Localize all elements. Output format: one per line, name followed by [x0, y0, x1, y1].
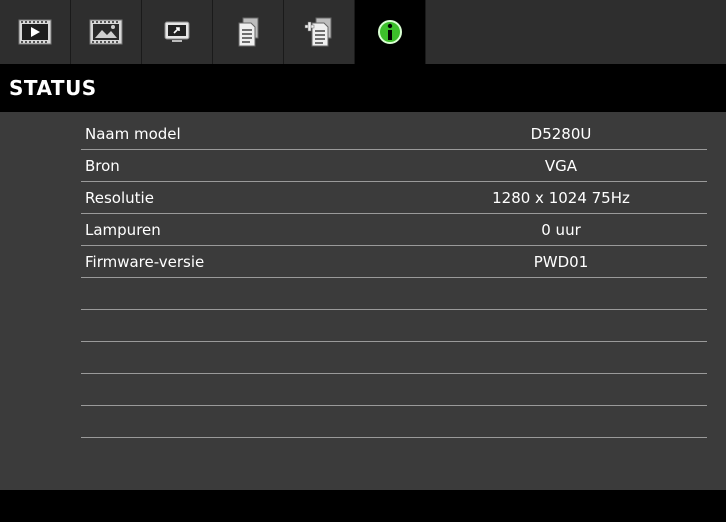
status-row-empty	[81, 310, 707, 342]
row-label: Naam model	[85, 125, 181, 143]
status-row-empty	[81, 374, 707, 406]
osd-menu: STATUS Naam model D5280U Bron VGA Resolu…	[0, 0, 726, 522]
status-row-lamp-hours: Lampuren 0 uur	[81, 214, 707, 246]
row-label: Firmware-versie	[85, 253, 205, 271]
row-label: Lampuren	[85, 221, 161, 239]
tab-bar	[0, 0, 726, 64]
row-value: 0 uur	[541, 221, 581, 239]
tab-info[interactable]	[355, 0, 426, 64]
tab-settings-1[interactable]	[213, 0, 284, 64]
status-row-empty	[81, 406, 707, 438]
status-panel: Naam model D5280U Bron VGA Resolutie 128…	[0, 112, 726, 490]
status-row-firmware: Firmware-versie PWD01	[81, 246, 707, 278]
status-row-source: Bron VGA	[81, 150, 707, 182]
tab-settings-2[interactable]	[284, 0, 355, 64]
tab-bar-filler	[426, 0, 726, 64]
status-row-model: Naam model D5280U	[81, 118, 707, 150]
row-value: D5280U	[530, 125, 592, 143]
footer-band	[0, 490, 726, 522]
header-band: STATUS	[0, 64, 726, 112]
page-title: STATUS	[9, 76, 97, 100]
info-icon	[378, 20, 402, 44]
document-plus-icon	[304, 17, 332, 47]
row-label: Resolutie	[85, 189, 154, 207]
status-row-empty	[81, 278, 707, 310]
document-settings-icon	[238, 17, 259, 47]
video-play-icon	[18, 19, 52, 45]
image-icon	[89, 19, 123, 45]
status-row-resolution: Resolutie 1280 x 1024 75Hz	[81, 182, 707, 214]
status-row-empty	[81, 342, 707, 374]
row-value: VGA	[544, 157, 578, 175]
row-value: 1280 x 1024 75Hz	[492, 189, 630, 207]
screen-settings-icon	[164, 21, 190, 42]
row-value: PWD01	[533, 253, 589, 271]
tab-screen[interactable]	[142, 0, 213, 64]
tab-image[interactable]	[71, 0, 142, 64]
row-label: Bron	[85, 157, 120, 175]
tab-video[interactable]	[0, 0, 71, 64]
